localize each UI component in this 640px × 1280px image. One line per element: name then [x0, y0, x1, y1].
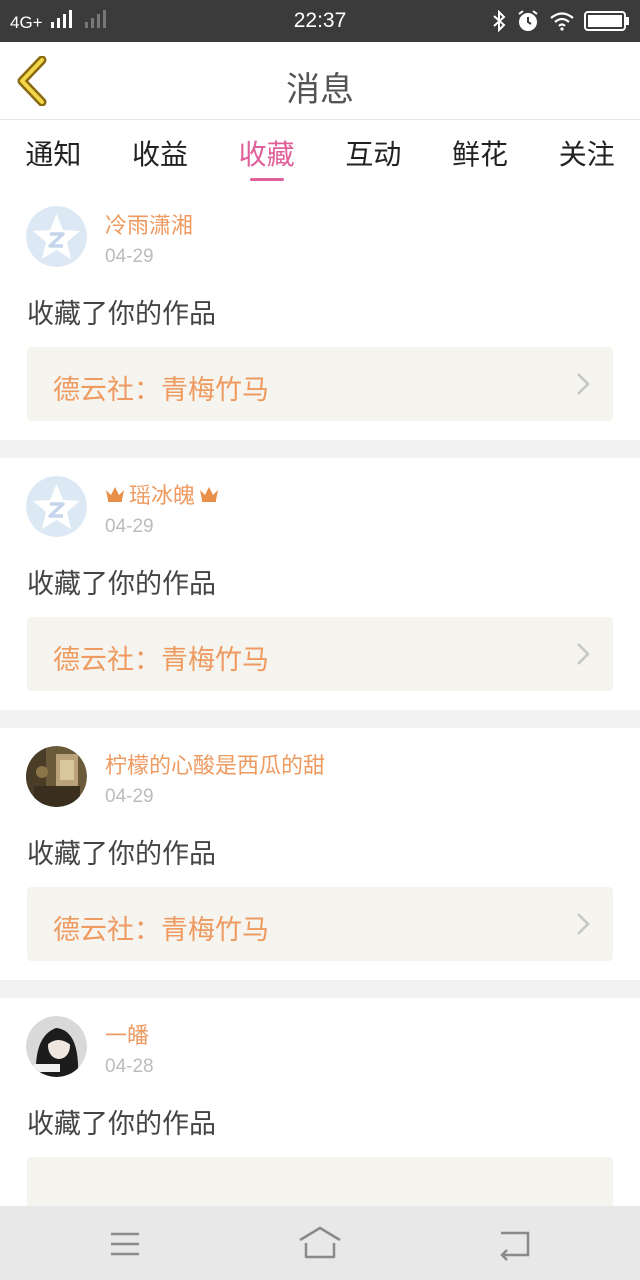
default-avatar-icon[interactable] — [26, 476, 87, 537]
menu-icon — [111, 1232, 139, 1256]
bluetooth-icon — [493, 10, 506, 32]
user-name-text: 一皤 — [105, 1024, 150, 1049]
chevron-right-icon — [577, 643, 590, 665]
crown-icon — [106, 487, 124, 502]
tab-label: 收益 — [132, 138, 189, 171]
home-button[interactable] — [297, 1224, 343, 1264]
page-title: 消息 — [286, 70, 354, 110]
tab-label: 通知 — [25, 138, 82, 171]
user-name-text: 瑶冰魄 — [129, 484, 196, 509]
work-link[interactable]: 德云社：青梅竹马 — [27, 617, 613, 691]
work-link[interactable]: 德云社：青梅竹马 — [27, 887, 613, 961]
message-date: 04-28 — [105, 1056, 154, 1077]
active-tab-indicator — [249, 178, 284, 181]
user-name[interactable]: 一皤 — [105, 1018, 149, 1050]
work-title: 德云社：青梅竹马 — [53, 915, 269, 946]
tab-label: 收藏 — [238, 138, 295, 171]
status-bar: 4G+ 22:37 — [0, 0, 640, 42]
message-card: 冷雨潇湘 04-29 收藏了你的作品 德云社：青梅竹马 — [0, 188, 640, 440]
user-name[interactable]: 冷雨潇湘 — [105, 208, 193, 240]
alarm-icon — [518, 10, 538, 31]
user-name-text: 冷雨潇湘 — [105, 214, 194, 239]
message-list[interactable]: 冷雨潇湘 04-29 收藏了你的作品 德云社：青梅竹马 瑶冰魄 04-29 收藏… — [0, 188, 640, 1206]
tab-label: 鲜花 — [452, 138, 509, 171]
tab-bar: 通知 收益 收藏 互动 鲜花 关注 — [0, 121, 640, 187]
header: 消息 — [0, 42, 640, 120]
action-text: 收藏了你的作品 — [27, 569, 216, 600]
user-name[interactable]: 瑶冰魄 — [105, 478, 219, 510]
wifi-icon — [550, 12, 574, 31]
user-name-text: 柠檬的心酸是西瓜的甜 — [105, 754, 326, 779]
default-avatar-icon[interactable] — [26, 206, 87, 267]
tab-favorites[interactable]: 收藏 — [213, 121, 320, 187]
tab-earnings[interactable]: 收益 — [107, 121, 214, 187]
menu-button[interactable] — [105, 1224, 145, 1264]
action-text: 收藏了你的作品 — [27, 1109, 216, 1140]
tab-notifications[interactable]: 通知 — [0, 121, 107, 187]
action-text: 收藏了你的作品 — [27, 299, 216, 330]
message-date: 04-29 — [105, 516, 154, 537]
battery-icon — [584, 11, 629, 31]
work-link[interactable]: 德云社：青梅竹马 — [27, 347, 613, 421]
tab-flowers[interactable]: 鲜花 — [427, 121, 534, 187]
user-photo-avatar[interactable] — [26, 746, 87, 807]
message-card: 柠檬的心酸是西瓜的甜 04-29 收藏了你的作品 德云社：青梅竹马 — [0, 728, 640, 980]
action-text: 收藏了你的作品 — [27, 839, 216, 870]
chevron-right-icon — [577, 913, 590, 935]
home-icon — [299, 1226, 341, 1259]
message-card: 一皤 04-28 收藏了你的作品 — [0, 998, 640, 1206]
message-date: 04-29 — [105, 786, 154, 807]
status-icons — [492, 8, 630, 34]
tab-label: 关注 — [558, 138, 615, 171]
user-name[interactable]: 柠檬的心酸是西瓜的甜 — [105, 748, 325, 780]
user-photo-avatar[interactable] — [26, 1016, 87, 1077]
work-link[interactable] — [27, 1157, 613, 1206]
crown-icon — [200, 487, 219, 502]
work-title: 德云社：青梅竹马 — [53, 645, 269, 676]
tab-interactions[interactable]: 互动 — [320, 121, 427, 187]
back-icon — [500, 1231, 530, 1261]
chevron-right-icon — [577, 373, 590, 395]
system-nav-bar — [0, 1206, 640, 1280]
tab-follows[interactable]: 关注 — [533, 121, 640, 187]
message-card: 瑶冰魄 04-29 收藏了你的作品 德云社：青梅竹马 — [0, 458, 640, 710]
tab-label: 互动 — [345, 138, 402, 171]
back-nav-button[interactable] — [495, 1224, 535, 1264]
message-date: 04-29 — [105, 246, 154, 267]
work-title: 德云社：青梅竹马 — [53, 375, 269, 406]
